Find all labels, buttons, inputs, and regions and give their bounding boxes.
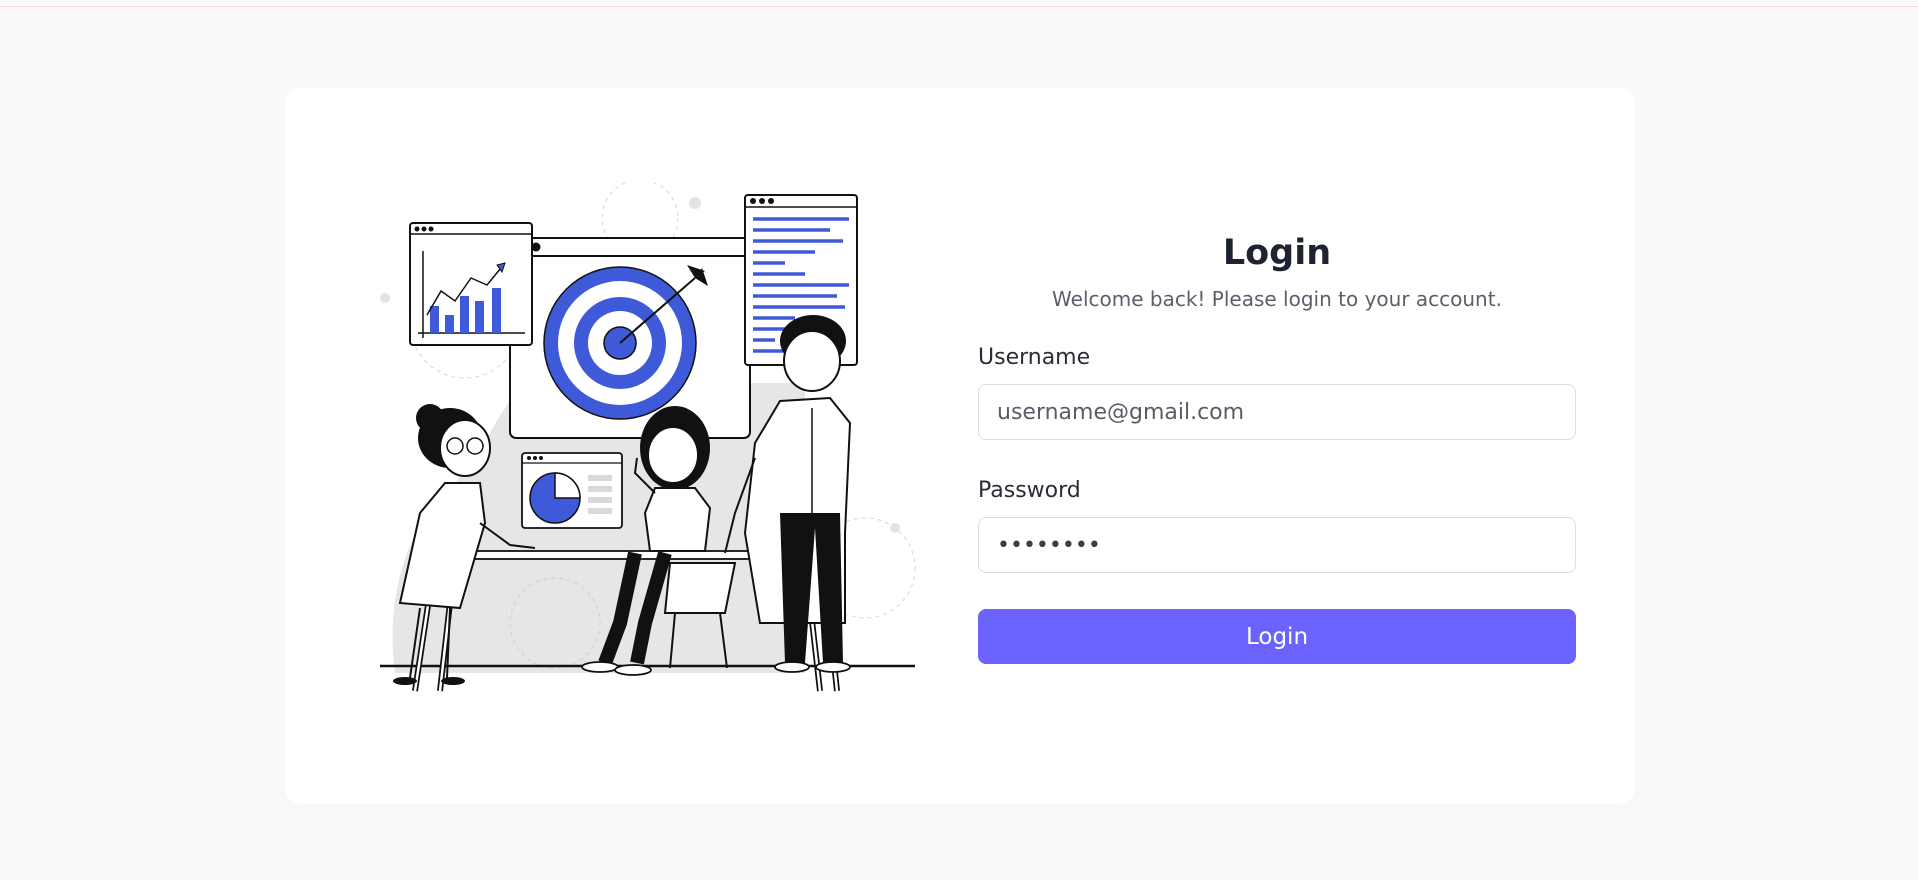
password-input[interactable] [978,517,1576,573]
top-border [0,0,1918,7]
login-button[interactable]: Login [978,609,1576,664]
password-label: Password [978,478,1081,503]
login-card: Login Welcome back! Please login to your… [285,88,1635,804]
team-analytics-illustration [380,183,916,692]
login-title: Login [1222,233,1332,273]
username-label: Username [978,345,1091,370]
login-subtitle: Welcome back! Please login to your accou… [1052,287,1502,311]
username-input[interactable] [978,384,1576,440]
login-form: Login Welcome back! Please login to your… [978,228,1576,664]
